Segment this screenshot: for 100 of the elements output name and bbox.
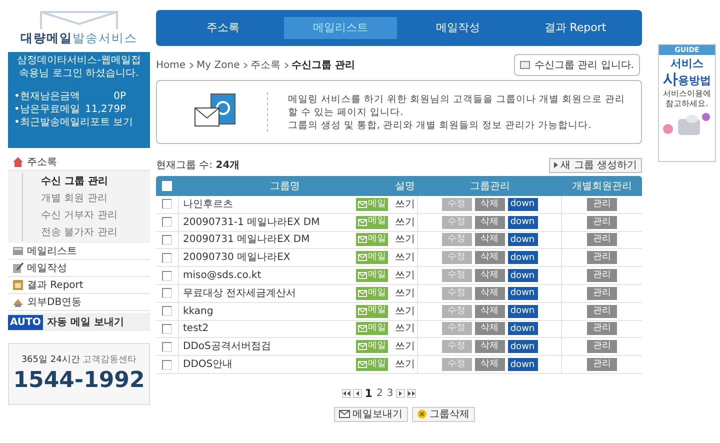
download-button[interactable]: down: [508, 251, 538, 264]
delete-button[interactable]: 삭제: [474, 358, 504, 372]
previous-page-icon: [354, 391, 361, 396]
manage-button[interactable]: 관리: [587, 340, 617, 354]
manage-button[interactable]: 관리: [587, 269, 617, 282]
download-button[interactable]: down: [508, 233, 538, 246]
sidebar-item[interactable]: 외부DB연동: [27, 294, 82, 310]
checkbox[interactable]: [162, 360, 172, 370]
nav-tab[interactable]: 메일리스트: [284, 17, 397, 39]
page-link[interactable]: 2: [375, 386, 384, 402]
sidebar-item[interactable]: 자동 메일 보내기: [46, 314, 124, 330]
guide-note: 서비스이용에 참고하세요.: [662, 89, 712, 109]
delete-button[interactable]: 삭제: [474, 233, 504, 246]
download-button[interactable]: down: [508, 304, 538, 318]
envelope-icon: [358, 200, 367, 208]
mail-button[interactable]: 메일: [356, 340, 388, 354]
manage-button[interactable]: 관리: [587, 304, 617, 318]
write-link[interactable]: 쓰기: [395, 321, 415, 336]
checkbox[interactable]: [162, 199, 172, 210]
manage-button[interactable]: 관리: [587, 216, 617, 229]
download-button[interactable]: down: [508, 340, 538, 354]
download-button[interactable]: down: [508, 269, 538, 282]
mail-button[interactable]: 메일: [356, 233, 388, 246]
delete-button[interactable]: 삭제: [474, 269, 504, 282]
nav-tab[interactable]: 메일작성: [401, 17, 514, 39]
checkbox[interactable]: [162, 234, 172, 245]
write-link[interactable]: 쓰기: [395, 250, 415, 266]
manage-button[interactable]: 관리: [587, 251, 617, 264]
checkbox[interactable]: [162, 306, 172, 316]
submenu-item[interactable]: 수신 그룹 관리: [41, 174, 108, 189]
next-page-button[interactable]: [396, 389, 406, 398]
table-cell-text: test2: [183, 322, 209, 336]
mail-button[interactable]: 메일: [356, 304, 388, 318]
sidebar-item[interactable]: 메일작성: [27, 260, 67, 276]
checkbox[interactable]: [162, 324, 172, 334]
manage-button[interactable]: 관리: [587, 233, 617, 246]
page-link[interactable]: 1: [364, 386, 374, 402]
send-mail-button[interactable]: 메일보내기: [334, 406, 408, 422]
checkbox[interactable]: [162, 217, 172, 228]
manage-button[interactable]: 관리: [587, 358, 617, 372]
login-message: 삼정데이타서비스-웹메일접속용님 로그인 하셨습니다.: [16, 54, 142, 80]
delete-button[interactable]: 삭제: [474, 216, 504, 229]
envelope-icon: [358, 361, 367, 368]
write-link[interactable]: 쓰기: [395, 232, 415, 248]
nav-tab[interactable]: 결과 Report: [518, 17, 632, 39]
breadcrumb-item[interactable]: My Zone: [196, 58, 240, 72]
submenu-item[interactable]: 전송 불가자 관리: [41, 225, 118, 240]
intro-text: 메일링 서비스를 하기 위한 회원님의 고객들을 그룹이나 개별 회원으로 관리할 수 있는 페이지 입니다. 그룹의 생성 및 통합, 관리와 개별 회원들의 정보 관리가 가능합니다.: [288, 92, 626, 132]
write-link[interactable]: 쓰기: [395, 304, 415, 319]
delete-button[interactable]: 삭제: [474, 340, 504, 354]
download-button[interactable]: down: [508, 216, 538, 229]
delete-button[interactable]: 삭제: [474, 251, 504, 264]
delete-button[interactable]: 삭제: [474, 322, 504, 336]
download-button[interactable]: down: [508, 322, 538, 336]
manage-button[interactable]: 관리: [587, 322, 617, 336]
write-link[interactable]: 쓰기: [395, 339, 415, 354]
checkbox[interactable]: [162, 252, 172, 263]
table-cell-text: 20090731 메일나라EX DM: [183, 233, 310, 248]
download-button[interactable]: down: [508, 286, 538, 300]
mail-button[interactable]: 메일: [356, 322, 388, 336]
last-page-icon: [408, 391, 416, 396]
first-page-button[interactable]: [342, 389, 351, 398]
breadcrumb-item[interactable]: 주소록: [250, 58, 281, 72]
breadcrumb-item[interactable]: Home: [156, 58, 186, 72]
nav-tab[interactable]: 주소록: [166, 17, 280, 39]
mail-button[interactable]: 메일: [356, 358, 388, 372]
delete-button[interactable]: 삭제: [474, 286, 504, 300]
last-page-button[interactable]: [407, 389, 416, 398]
write-link[interactable]: 쓰기: [395, 214, 415, 230]
envelope-icon: [358, 218, 367, 226]
delete-group-button[interactable]: 그룹삭제: [412, 406, 474, 422]
mail-button[interactable]: 메일: [356, 251, 388, 264]
new-group-button[interactable]: 새 그룹 생성하기: [548, 158, 642, 172]
report-link[interactable]: •최근발송메일리포트 보기: [14, 116, 134, 129]
checkbox[interactable]: [162, 270, 172, 281]
mail-button[interactable]: 메일: [356, 286, 388, 300]
triangle-icon: [554, 162, 558, 168]
write-link[interactable]: 쓰기: [395, 268, 415, 284]
write-link[interactable]: 쓰기: [395, 286, 415, 301]
sidebar-item[interactable]: 결과 Report: [27, 278, 84, 292]
envelope-icon: [358, 236, 367, 244]
mail-button[interactable]: 메일: [356, 216, 388, 229]
manage-button[interactable]: 관리: [587, 286, 617, 300]
checkbox[interactable]: [162, 288, 172, 298]
download-button[interactable]: down: [508, 358, 538, 372]
submenu-item[interactable]: 개별 회원 관리: [41, 191, 108, 206]
delete-button[interactable]: 삭제: [474, 198, 504, 211]
write-link[interactable]: 쓰기: [395, 196, 415, 212]
sidebar-item[interactable]: 주소록: [27, 154, 57, 170]
sidebar-item[interactable]: 메일리스트: [27, 244, 77, 258]
mail-button[interactable]: 메일: [356, 269, 388, 282]
delete-button[interactable]: 삭제: [474, 304, 504, 318]
download-button[interactable]: down: [508, 198, 538, 211]
page-link[interactable]: 3: [386, 386, 394, 402]
mail-button[interactable]: 메일: [356, 198, 388, 211]
checkbox[interactable]: [162, 342, 172, 352]
write-link[interactable]: 쓰기: [395, 357, 415, 372]
manage-button[interactable]: 관리: [587, 198, 617, 211]
previous-page-button[interactable]: [352, 389, 362, 398]
submenu-item[interactable]: 수신 거부자 관리: [41, 208, 118, 223]
